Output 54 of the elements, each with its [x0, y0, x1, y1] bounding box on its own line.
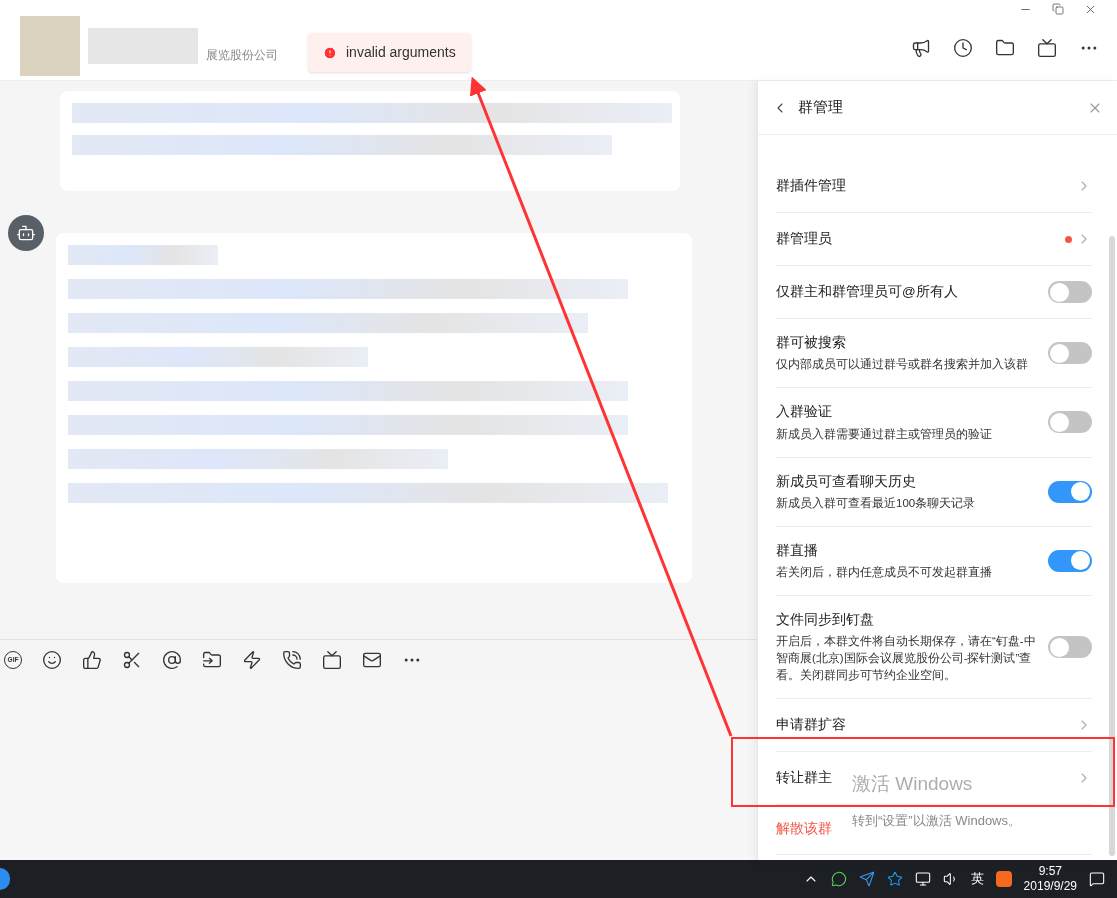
ime-logo[interactable]	[995, 871, 1012, 887]
start-icon[interactable]	[0, 868, 10, 890]
scissors-icon[interactable]	[122, 649, 142, 670]
robot-icon	[16, 223, 36, 243]
setting-title: 群管理员	[776, 229, 832, 248]
error-icon	[323, 45, 337, 60]
activation-watermark-subtitle: 转到“设置”以激活 Windows。	[852, 811, 1021, 830]
setting-title: 申请群扩容	[776, 716, 846, 735]
notification-icon[interactable]	[1089, 871, 1105, 887]
setting-description: 若关闭后，群内任意成员不可发起群直播	[776, 565, 992, 580]
setting-title: 仅群主和群管理员可@所有人	[776, 282, 958, 301]
smile-icon[interactable]	[42, 649, 62, 670]
setting-title: 群插件管理	[776, 176, 846, 195]
chat-bubble-icon[interactable]	[830, 871, 847, 887]
panel-title: 群管理	[798, 97, 843, 118]
megaphone-icon[interactable]	[911, 38, 931, 58]
scrollbar[interactable]	[1109, 236, 1115, 856]
network-icon[interactable]	[914, 871, 931, 887]
thumbs-up-icon[interactable]	[82, 649, 102, 670]
setting-description: 仅内部成员可以通过群号或群名搜索并加入该群	[776, 357, 1028, 373]
setting-description: 新成员入群可查看最近100条聊天记录	[776, 495, 976, 511]
toggle-switch[interactable]	[1048, 636, 1092, 659]
send-icon[interactable]	[858, 871, 875, 887]
toggle-switch[interactable]	[1048, 411, 1092, 434]
setting-description: 新成员入群需要通过群主或管理员的验证	[776, 426, 992, 442]
setting-title: 入群验证	[776, 403, 833, 422]
avatar-placeholder	[20, 16, 80, 76]
setting-title: 转让群主	[776, 769, 832, 788]
clock-icon[interactable]	[953, 38, 973, 58]
toggle-switch[interactable]	[1048, 549, 1092, 572]
toggle-switch[interactable]	[1048, 480, 1092, 503]
setting-description: 开启后，本群文件将自动长期保存，请在“钉盘-中智商展(北京)国际会议展览股份公司-探针测试”查看。关闭群同步可节约企业空间。	[776, 634, 1037, 684]
setting-title: 群直播	[776, 541, 819, 560]
toggle-switch[interactable]	[1048, 281, 1092, 303]
tv-icon[interactable]	[322, 649, 342, 670]
setting-title: 新成员可查看聊天历史	[776, 472, 917, 491]
star-icon[interactable]	[886, 871, 903, 887]
tv-icon[interactable]	[1037, 38, 1057, 58]
close-icon[interactable]	[1084, 3, 1097, 16]
lightning-icon[interactable]	[242, 649, 262, 670]
setting-title: 文件同步到钉盘	[776, 611, 875, 629]
folder-arrow-icon[interactable]	[202, 649, 222, 670]
restore-icon[interactable]	[1052, 3, 1064, 15]
setting-title: 群可被搜索	[776, 334, 847, 352]
at-sign-icon[interactable]	[162, 649, 182, 670]
setting-title: 解散该群	[776, 820, 832, 839]
toggle-switch[interactable]	[1048, 342, 1092, 365]
error-toast: invalid arguments	[308, 33, 471, 72]
phone-icon[interactable]	[282, 649, 302, 670]
clock[interactable]: 9:57 2019/9/29	[1023, 864, 1077, 894]
folder-icon[interactable]	[995, 38, 1015, 58]
ime-indicator[interactable]: 英	[970, 869, 984, 889]
company-name: 展览股份公司	[206, 47, 278, 64]
activation-watermark-title: 激活 Windows	[852, 772, 974, 796]
